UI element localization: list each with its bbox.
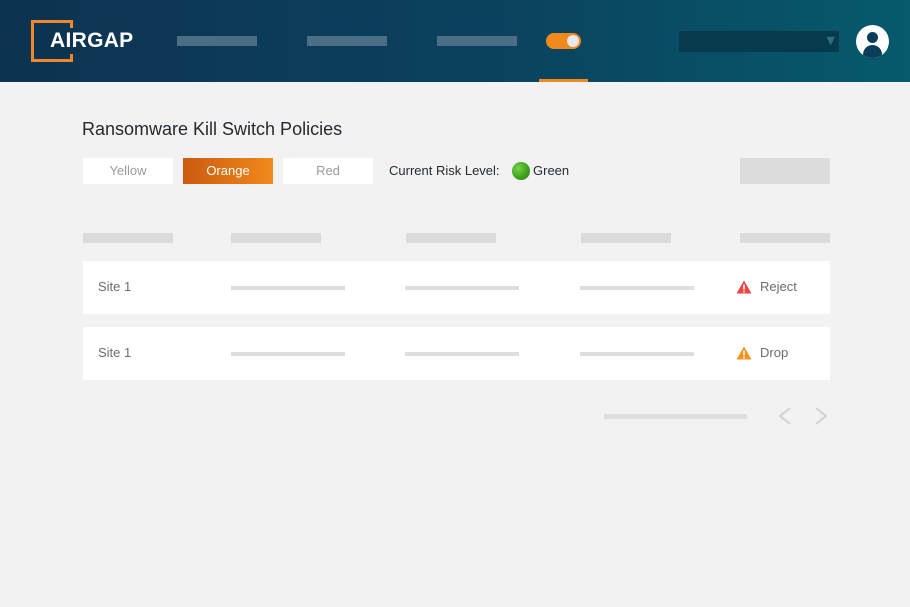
action-button-placeholder[interactable]	[740, 158, 830, 184]
kill-switch-toggle[interactable]	[546, 33, 581, 49]
warning-triangle-icon	[736, 346, 752, 360]
cell-placeholder	[405, 352, 519, 356]
column-header-2	[231, 233, 321, 243]
cell-placeholder	[405, 286, 519, 290]
nav-item-2[interactable]	[307, 36, 387, 46]
chevron-left-icon[interactable]	[775, 404, 795, 428]
toggle-knob	[567, 35, 579, 47]
caret-down-icon: ▼	[826, 34, 835, 47]
cell-placeholder	[580, 352, 694, 356]
warning-triangle-icon	[736, 280, 752, 294]
risk-button-orange[interactable]: Orange	[183, 158, 273, 184]
logo-text: AIRGAP	[50, 29, 134, 52]
page-title: Ransomware Kill Switch Policies	[82, 119, 343, 139]
cell-placeholder	[580, 286, 694, 290]
user-avatar-icon[interactable]	[856, 25, 889, 58]
action-label: Drop	[760, 345, 789, 360]
green-status-icon	[512, 162, 530, 180]
current-risk-value: Green	[533, 163, 570, 178]
column-header-action	[740, 233, 830, 243]
active-nav-indicator	[539, 79, 588, 82]
pagination-bar	[604, 414, 747, 419]
risk-button-yellow[interactable]: Yellow	[83, 158, 173, 184]
cell-placeholder	[231, 352, 345, 356]
site-name: Site 1	[98, 279, 132, 294]
action-label: Reject	[760, 279, 797, 294]
current-risk-label: Current Risk Level:	[389, 163, 500, 178]
table-row[interactable]: Site 1 Drop	[83, 327, 830, 380]
column-header-3	[406, 233, 496, 243]
top-navigation-bar: AIRGAP ▼	[0, 0, 910, 82]
cell-placeholder	[231, 286, 345, 290]
site-name: Site 1	[98, 345, 132, 360]
column-header-site	[83, 233, 173, 243]
table-row[interactable]: Site 1 Reject	[83, 261, 830, 314]
risk-button-red[interactable]: Red	[283, 158, 373, 184]
nav-item-1[interactable]	[177, 36, 257, 46]
nav-item-3[interactable]	[437, 36, 517, 46]
chevron-right-icon[interactable]	[811, 404, 831, 428]
column-header-4	[581, 233, 671, 243]
header-dropdown[interactable]: ▼	[679, 31, 839, 52]
